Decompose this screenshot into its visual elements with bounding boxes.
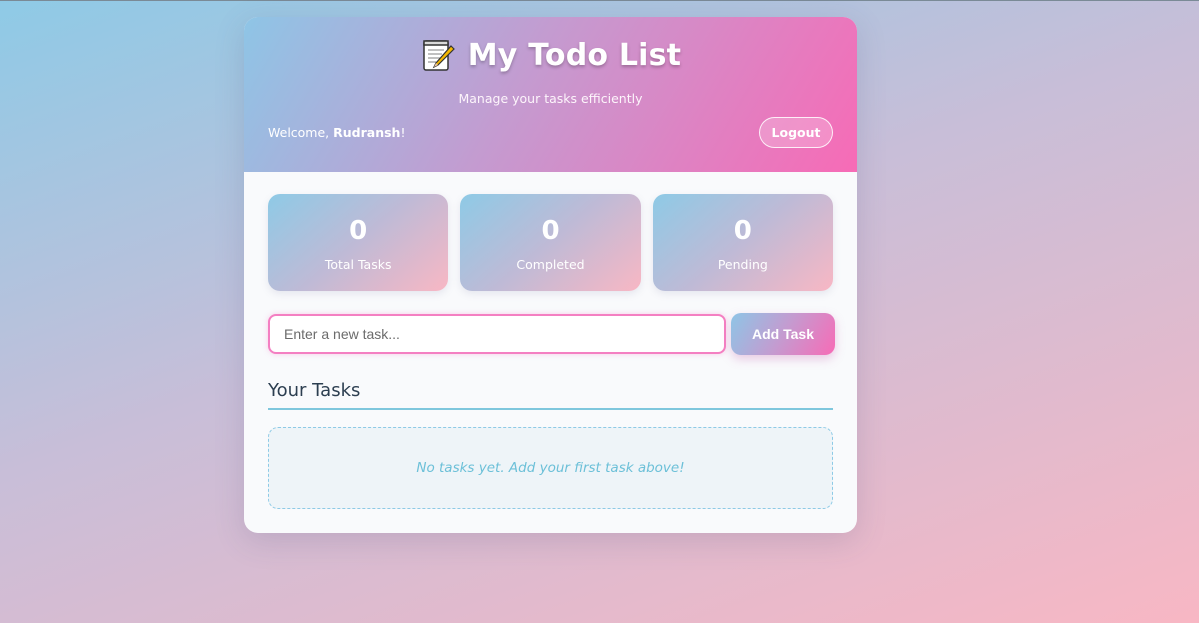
memo-icon bbox=[423, 40, 455, 71]
welcome-prefix: Welcome, bbox=[268, 125, 334, 140]
page-subtitle: Manage your tasks efficiently bbox=[458, 91, 643, 106]
title-row: My Todo List bbox=[244, 35, 857, 75]
stat-total-label: Total Tasks bbox=[324, 257, 392, 272]
stat-completed-label: Completed bbox=[516, 257, 585, 272]
welcome-suffix: ! bbox=[400, 125, 406, 140]
tasks-heading: Your Tasks bbox=[268, 380, 361, 401]
todo-card: My Todo List Manage your tasks efficient… bbox=[244, 17, 857, 533]
stat-card-total: 0 Total Tasks bbox=[268, 194, 449, 291]
empty-message: No tasks yet. Add your first task above! bbox=[416, 460, 685, 476]
tasks-divider bbox=[268, 408, 833, 410]
stat-pending-label: Pending bbox=[717, 257, 768, 272]
welcome-message: Welcome, Rudransh! bbox=[268, 125, 405, 140]
stat-card-completed: 0 Completed bbox=[460, 194, 641, 291]
stats-row: 0 Total Tasks 0 Completed 0 Pending bbox=[268, 194, 833, 291]
username: Rudransh bbox=[333, 125, 401, 140]
page-title: My Todo List bbox=[467, 37, 682, 73]
stat-total-value: 0 bbox=[349, 216, 368, 246]
add-task-button[interactable]: Add Task bbox=[731, 313, 835, 355]
stat-completed-value: 0 bbox=[541, 216, 560, 246]
empty-task-list: No tasks yet. Add your first task above! bbox=[268, 427, 833, 509]
stat-card-pending: 0 Pending bbox=[652, 194, 833, 291]
stat-pending-value: 0 bbox=[733, 216, 752, 246]
logout-button[interactable]: Logout bbox=[759, 117, 833, 148]
app-header: My Todo List Manage your tasks efficient… bbox=[244, 17, 857, 172]
new-task-input[interactable] bbox=[268, 314, 726, 354]
